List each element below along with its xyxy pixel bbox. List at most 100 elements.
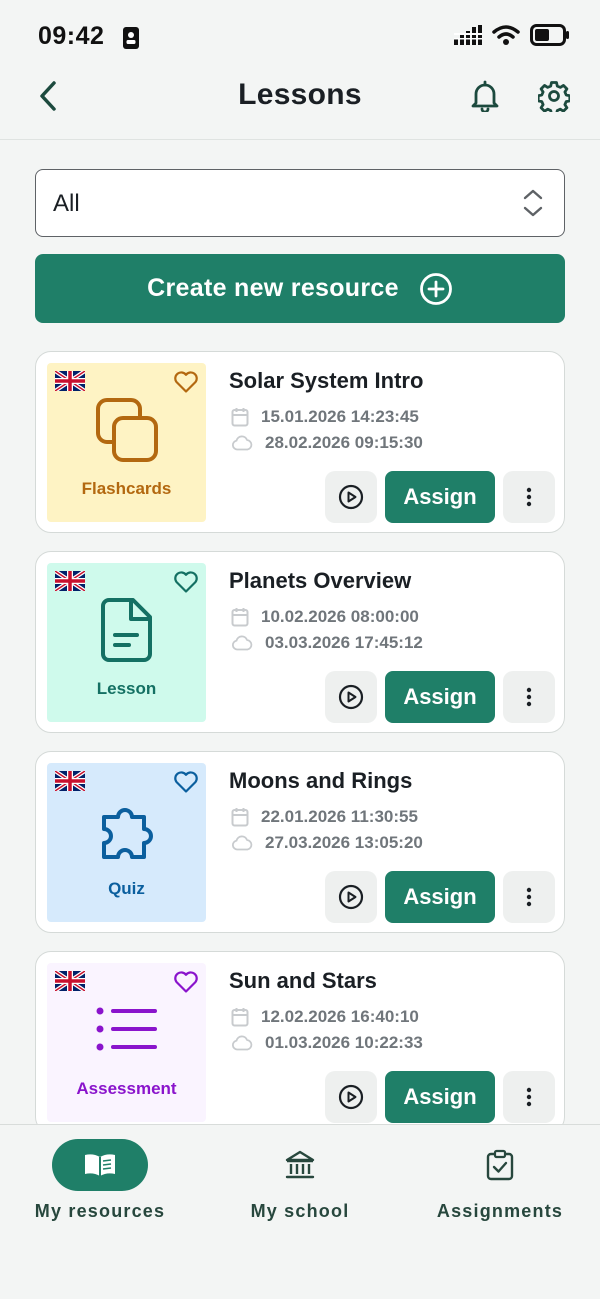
uk-flag-icon (55, 771, 85, 791)
updated-date-text: 03.03.2026 17:45:12 (265, 633, 423, 652)
calendar-icon (231, 1008, 249, 1027)
more-options-button[interactable] (503, 871, 555, 923)
resource-type-label: Flashcards (81, 479, 172, 498)
settings-button[interactable] (535, 77, 573, 115)
page-title: Lessons (238, 78, 362, 111)
bottom-navigation: My resources My school Assignments (0, 1124, 600, 1299)
resource-type-label: Quiz (108, 879, 145, 898)
play-circle-icon (338, 1084, 364, 1110)
resource-card[interactable]: Quiz Moons and Rings 22.01.2026 11:30:55… (35, 751, 565, 933)
resource-title: Sun and Stars (229, 968, 377, 993)
created-date: 22.01.2026 11:30:55 (231, 807, 418, 827)
cloud-icon (231, 1035, 253, 1051)
plus-circle-icon (419, 272, 452, 305)
cloud-icon (231, 835, 253, 851)
uk-flag-icon (55, 571, 85, 591)
heart-icon[interactable] (173, 970, 199, 994)
resource-title: Moons and Rings (229, 768, 413, 793)
created-date-text: 12.02.2026 16:40:10 (261, 1007, 419, 1026)
heart-icon[interactable] (173, 770, 199, 794)
play-circle-icon (338, 484, 364, 510)
updated-date-text: 01.03.2026 10:22:33 (265, 1033, 423, 1052)
resource-type-label: Lesson (96, 679, 157, 698)
document-icon (100, 598, 152, 662)
calendar-icon (231, 608, 249, 627)
updated-date: 03.03.2026 17:45:12 (231, 633, 423, 653)
resource-thumbnail[interactable]: Quiz (47, 763, 206, 922)
play-circle-icon (338, 684, 364, 710)
resource-thumbnail[interactable]: Flashcards (47, 363, 206, 522)
filter-value: All (53, 190, 80, 217)
calendar-icon (231, 408, 249, 427)
flashcards-icon (95, 398, 158, 462)
resource-thumbnail[interactable]: Assessment (47, 963, 206, 1122)
updated-date-text: 28.02.2026 09:15:30 (265, 433, 423, 452)
select-arrows-icon (522, 188, 544, 223)
updated-date: 01.03.2026 10:22:33 (231, 1033, 423, 1053)
heart-icon[interactable] (173, 370, 199, 394)
play-circle-icon (338, 884, 364, 910)
resource-type-label: Assessment (76, 1079, 177, 1098)
created-date-text: 22.01.2026 11:30:55 (261, 807, 418, 826)
created-date: 10.02.2026 08:00:00 (231, 607, 419, 627)
calendar-icon (231, 808, 249, 827)
status-time: 09:42 (38, 22, 105, 50)
created-date-text: 10.02.2026 08:00:00 (261, 607, 419, 626)
nav-active-indicator (52, 1139, 148, 1191)
cloud-icon (231, 635, 253, 651)
resource-card[interactable]: Lesson Planets Overview 10.02.2026 08:00… (35, 551, 565, 733)
created-date-text: 15.01.2026 14:23:45 (261, 407, 419, 426)
wifi-icon (492, 24, 520, 51)
assign-button[interactable]: Assign (385, 471, 495, 523)
cellular-signal-icon (454, 25, 482, 50)
assign-button[interactable]: Assign (385, 671, 495, 723)
created-date: 15.01.2026 14:23:45 (231, 407, 419, 427)
school-icon (285, 1150, 315, 1179)
nav-label: My resources (34, 1201, 166, 1221)
play-button[interactable] (325, 671, 377, 723)
more-options-button[interactable] (503, 671, 555, 723)
nav-item-assignments[interactable]: Assignments (400, 1139, 600, 1229)
more-vertical-icon (526, 487, 532, 507)
updated-date: 27.03.2026 13:05:20 (231, 833, 423, 853)
bell-icon (471, 80, 499, 112)
nav-label: My school (250, 1201, 350, 1221)
more-vertical-icon (526, 687, 532, 707)
more-vertical-icon (526, 1087, 532, 1107)
more-options-button[interactable] (503, 471, 555, 523)
app-header: Lessons (0, 58, 600, 140)
play-button[interactable] (325, 1071, 377, 1123)
heart-icon[interactable] (173, 570, 199, 594)
updated-date-text: 27.03.2026 13:05:20 (265, 833, 423, 852)
play-button[interactable] (325, 471, 377, 523)
resource-title: Solar System Intro (229, 368, 424, 393)
assign-button[interactable]: Assign (385, 871, 495, 923)
created-date: 12.02.2026 16:40:10 (231, 1007, 419, 1027)
uk-flag-icon (55, 371, 85, 391)
cloud-icon (231, 435, 253, 451)
updated-date: 28.02.2026 09:15:30 (231, 433, 423, 453)
more-vertical-icon (526, 887, 532, 907)
battery-icon (530, 24, 570, 51)
play-button[interactable] (325, 871, 377, 923)
puzzle-icon (101, 808, 153, 859)
type-filter-select[interactable]: All (35, 169, 565, 237)
resource-card[interactable]: Assessment Sun and Stars 12.02.2026 16:4… (35, 951, 565, 1133)
nav-item-my-resources[interactable]: My resources (0, 1139, 200, 1229)
nav-label: Assignments (436, 1201, 564, 1221)
resource-thumbnail[interactable]: Lesson (47, 563, 206, 722)
id-card-icon (122, 26, 140, 55)
resource-title: Planets Overview (229, 568, 412, 593)
clipboard-check-icon (486, 1149, 514, 1181)
nav-item-my-school[interactable]: My school (200, 1139, 400, 1229)
book-icon (85, 1154, 115, 1176)
more-options-button[interactable] (503, 1071, 555, 1123)
gear-icon (538, 81, 570, 112)
create-resource-label: Create new resource (147, 274, 399, 302)
notifications-button[interactable] (468, 78, 502, 114)
uk-flag-icon (55, 971, 85, 991)
assign-button[interactable]: Assign (385, 1071, 495, 1123)
create-resource-button[interactable]: Create new resource (35, 254, 565, 323)
resource-card[interactable]: Flashcards Solar System Intro 15.01.2026… (35, 351, 565, 533)
list-icon (96, 1007, 157, 1051)
